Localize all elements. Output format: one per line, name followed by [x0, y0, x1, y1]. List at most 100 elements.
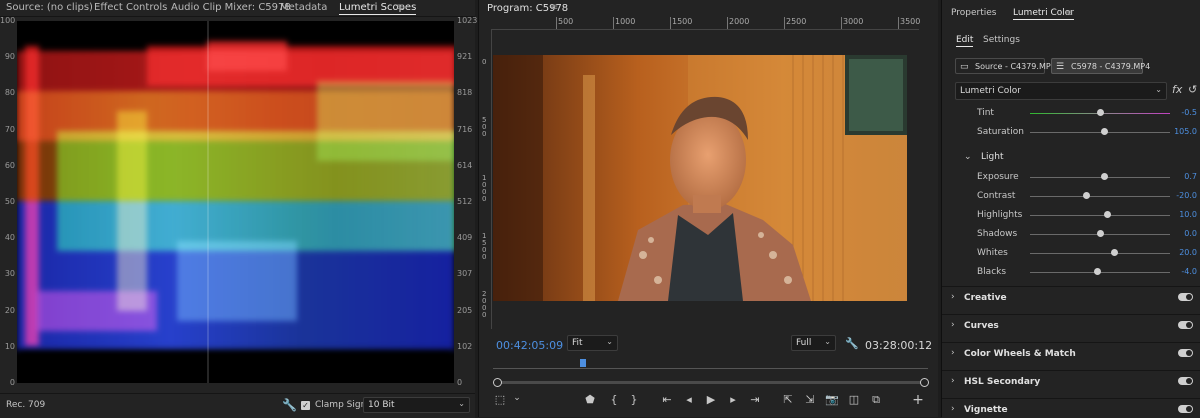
mark-in-icon[interactable]: {	[607, 393, 621, 406]
scale-left-tick: 80	[4, 88, 15, 98]
slider-value[interactable]: 20.0	[1179, 248, 1197, 257]
slider-knob[interactable]	[1101, 128, 1109, 135]
tab-effect-controls[interactable]: Effect Controls	[94, 2, 167, 13]
settings-wrench-icon[interactable]: 🔧	[845, 337, 859, 350]
vruler-label: 2000	[482, 290, 487, 319]
chevron-down-icon[interactable]: ⌄	[510, 393, 524, 403]
scale-left-tick: 50	[4, 197, 15, 206]
slider-value[interactable]: 10.0	[1179, 210, 1197, 219]
slider-knob[interactable]	[1097, 230, 1104, 237]
section-toggle[interactable]	[1178, 405, 1193, 413]
scale-left-tick: 30	[4, 269, 15, 279]
subtab-edit[interactable]: Edit	[956, 35, 974, 47]
tab-lumetri-scopes[interactable]: Lumetri Scopes	[339, 2, 417, 15]
program-menu-icon[interactable]: ≡	[550, 2, 558, 13]
step-forward-icon[interactable]: ▸	[726, 393, 740, 406]
go-to-out-icon[interactable]: ⇥	[748, 393, 762, 406]
slider-value[interactable]: 105.0	[1174, 127, 1197, 136]
panel-menu-icon[interactable]: ≡	[396, 2, 404, 13]
section-label: Creative	[964, 293, 1007, 303]
slider-knob[interactable]	[1104, 211, 1111, 218]
reset-icon[interactable]: ↺	[1188, 83, 1197, 96]
tab-metadata[interactable]: Metadata	[280, 2, 327, 13]
section-curves[interactable]: › Curves	[942, 314, 1200, 339]
horizontal-ruler: 500 1000 1500 2000 2500 3000 3500	[491, 17, 920, 30]
subtab-settings[interactable]: Settings	[983, 35, 1020, 45]
slider-contrast: Contrast -20.0	[942, 188, 1200, 206]
current-timecode[interactable]: 00:42:05:09	[496, 339, 563, 352]
slider-value[interactable]: 0.0	[1184, 229, 1197, 238]
scrollbar-left-handle[interactable]	[493, 378, 502, 387]
slider-exposure: Exposure 0.7	[942, 169, 1200, 187]
proxy-toggle-icon[interactable]: ⧉	[869, 393, 883, 407]
section-label: Curves	[964, 321, 999, 331]
resolution-select[interactable]: Full ⌄	[791, 335, 836, 351]
lumetri-menu-icon[interactable]: ≡	[1065, 8, 1073, 19]
section-color-wheels[interactable]: › Color Wheels & Match	[942, 342, 1200, 367]
clamp-signal-checkbox[interactable]: ✓	[301, 401, 310, 410]
slider-track[interactable]	[1030, 215, 1170, 216]
slider-value[interactable]: 0.7	[1184, 172, 1197, 181]
light-section-header[interactable]: ⌄ Light	[964, 149, 1004, 162]
add-button-icon[interactable]: +	[911, 392, 925, 408]
slider-whites: Whites 20.0	[942, 245, 1200, 263]
source-clip-chip[interactable]: ▭ Source - C4379.MP4	[955, 58, 1056, 74]
slider-label: Shadows	[977, 229, 1018, 239]
fx-icon[interactable]: fx	[1172, 83, 1182, 96]
vruler-label: 0	[482, 58, 487, 66]
slider-knob[interactable]	[1083, 192, 1090, 199]
waveform-green-right	[317, 81, 454, 161]
slider-track[interactable]	[1030, 177, 1170, 178]
chevron-down-icon: ⌄	[606, 337, 613, 346]
slider-value[interactable]: -20.0	[1176, 191, 1197, 200]
zoom-scrollbar[interactable]	[493, 378, 929, 387]
slider-blacks: Blacks -4.0	[942, 264, 1200, 282]
sequence-clip-icon: ☰	[1056, 62, 1065, 72]
vertical-ruler: 0 500 1000 1500 2000	[479, 29, 492, 329]
zoom-select[interactable]: Fit ⌄	[567, 335, 618, 351]
lift-icon[interactable]: ⇱	[781, 393, 795, 406]
slider-knob[interactable]	[1111, 249, 1118, 256]
tab-source[interactable]: Source: (no clips)	[6, 2, 93, 13]
wrench-icon[interactable]: 🔧	[282, 398, 297, 412]
comparison-view-icon[interactable]: ◫	[847, 393, 861, 406]
tab-audio-clip-mixer[interactable]: Audio Clip Mixer: C5978	[171, 2, 291, 13]
go-to-in-icon[interactable]: ⇤	[660, 393, 674, 406]
chevron-right-icon: ›	[951, 348, 955, 358]
section-toggle[interactable]	[1178, 321, 1193, 329]
effect-select[interactable]: Lumetri Color ⌄	[955, 82, 1167, 100]
safe-margins-icon[interactable]: ⬚	[493, 393, 507, 406]
vruler-label: 500	[482, 116, 487, 138]
scale-left-tick: 90	[4, 52, 15, 62]
bit-depth-select[interactable]: 10 Bit ⌄	[363, 397, 470, 413]
step-back-icon[interactable]: ◂	[682, 393, 696, 406]
ruler-label: 1500	[672, 17, 693, 26]
section-vignette[interactable]: › Vignette	[942, 398, 1200, 418]
slider-knob[interactable]	[1097, 109, 1104, 116]
section-toggle[interactable]	[1178, 349, 1193, 357]
play-icon[interactable]: ▶	[704, 393, 718, 406]
add-marker-icon[interactable]: ⬟	[583, 393, 597, 406]
slider-track[interactable]	[1030, 253, 1170, 254]
slider-value[interactable]: -0.5	[1181, 108, 1197, 117]
scrollbar-right-handle[interactable]	[920, 378, 929, 387]
mark-out-icon[interactable]: }	[627, 393, 641, 406]
slider-knob[interactable]	[1101, 173, 1109, 180]
tab-properties[interactable]: Properties	[951, 8, 996, 18]
slider-track[interactable]	[1030, 132, 1170, 133]
section-toggle[interactable]	[1178, 293, 1193, 301]
ruler-tick	[613, 17, 614, 29]
slider-knob[interactable]	[1094, 268, 1102, 275]
waveform-red-top	[147, 46, 454, 86]
camera-icon[interactable]: 📷	[825, 393, 839, 406]
section-toggle[interactable]	[1178, 377, 1193, 385]
source-clip-icon: ▭	[960, 62, 969, 72]
slider-value[interactable]: -4.0	[1181, 267, 1197, 276]
sequence-clip-chip[interactable]: ☰ C5978 - C4379.MP4	[1051, 58, 1150, 74]
slider-track[interactable]	[1030, 196, 1170, 197]
section-hsl-secondary[interactable]: › HSL Secondary	[942, 370, 1200, 395]
section-creative[interactable]: › Creative	[942, 286, 1200, 311]
extract-icon[interactable]: ⇲	[803, 393, 817, 406]
playhead-marker[interactable]	[580, 359, 586, 367]
ruler-label: 3000	[843, 17, 864, 26]
